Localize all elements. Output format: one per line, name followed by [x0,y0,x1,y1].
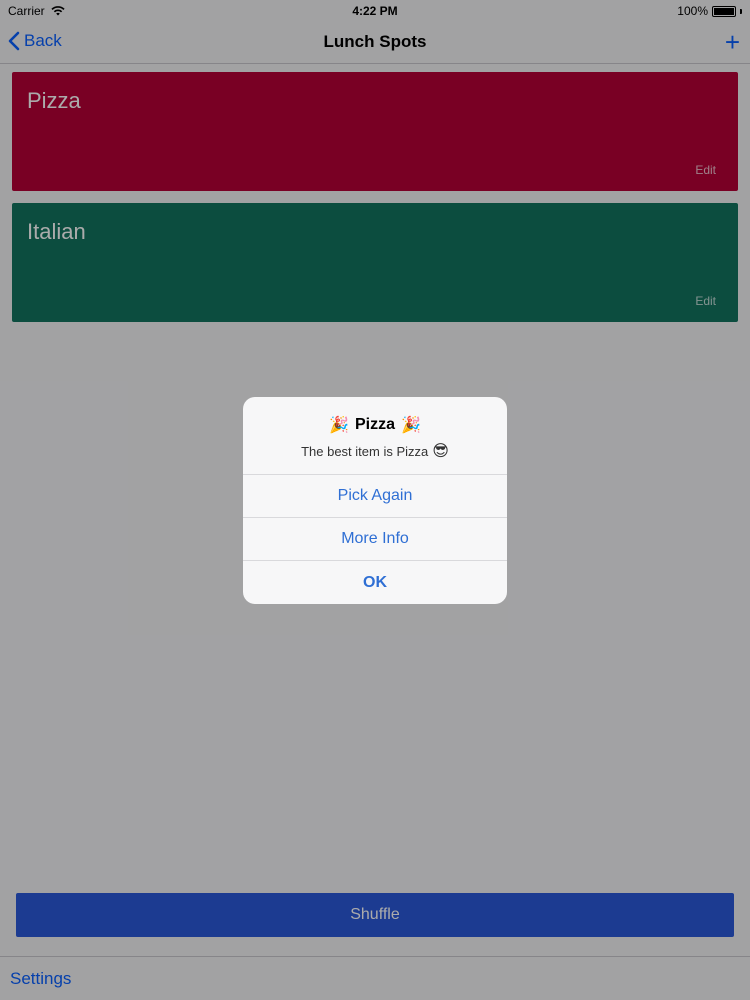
result-alert: 🎉 Pizza 🎉 The best item is Pizza 😎 Pick … [243,397,507,604]
party-popper-icon: 🎉 [401,417,421,434]
alert-message: The best item is Pizza 😎 [243,441,507,461]
ok-button[interactable]: OK [243,561,507,604]
alert-header: 🎉 Pizza 🎉 The best item is Pizza 😎 [243,397,507,475]
alert-title-text: Pizza [354,416,395,433]
party-popper-icon: 🎉 [329,417,349,434]
alert-title: 🎉 Pizza 🎉 [243,415,507,435]
pick-again-button[interactable]: Pick Again [243,475,507,518]
sunglasses-face-icon: 😎 [432,443,449,460]
alert-message-text: The best item is Pizza [301,443,429,459]
more-info-button[interactable]: More Info [243,518,507,561]
